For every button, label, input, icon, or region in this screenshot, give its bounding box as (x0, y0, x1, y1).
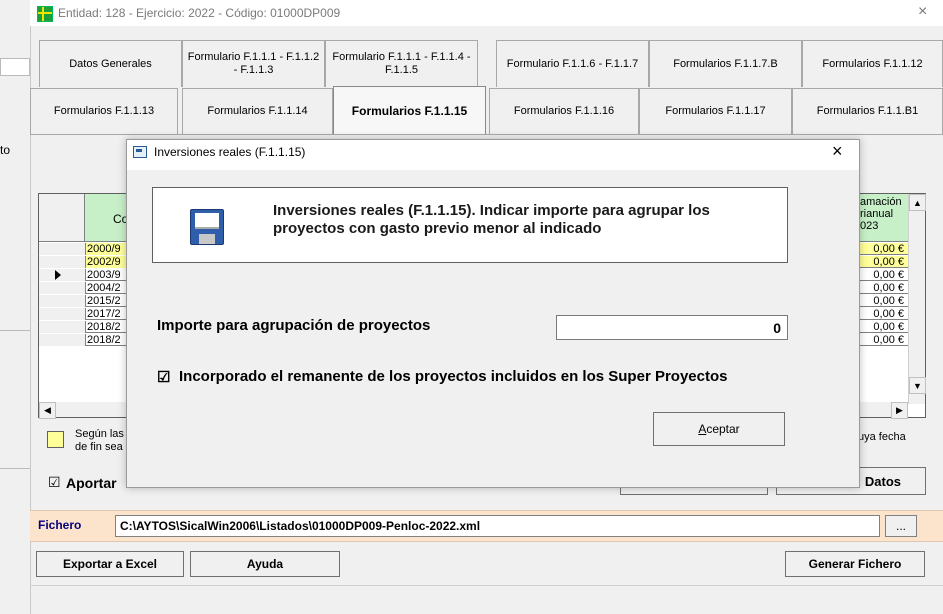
importe-label: Importe para agrupación de proyectos (157, 317, 431, 334)
grid-right-header: amación rianual 023 (858, 194, 908, 242)
tab-f116-f117[interactable]: Formulario F.1.1.6 - F.1.1.7 (496, 40, 649, 87)
importe-input[interactable] (556, 315, 788, 340)
tab-f1113[interactable]: Formularios F.1.1.13 (30, 88, 178, 134)
tab-f117b[interactable]: Formularios F.1.1.7.B (649, 40, 802, 87)
table-row[interactable]: 2000/9 (39, 243, 136, 255)
dialog-window-icon (133, 146, 147, 158)
window-close-button[interactable]: × (918, 3, 927, 21)
row-value: 0,00 € (858, 308, 908, 320)
scroll-down-icon[interactable]: ▼ (909, 377, 926, 394)
scroll-left-icon[interactable]: ◀ (39, 402, 56, 419)
remanente-checkbox-label: Incorporado el remanente de los proyecto… (179, 368, 728, 385)
dialog-close-button[interactable]: × (832, 141, 843, 162)
help-button[interactable]: Ayuda (190, 551, 340, 577)
row-value: 0,00 € (858, 321, 908, 333)
accept-mnemonic: A (698, 422, 707, 436)
background-field (0, 58, 30, 76)
tab-f1114[interactable]: Formularios F.1.1.14 (182, 88, 333, 134)
row-value: 0,00 € (858, 282, 908, 294)
row-value: 0,00 € (858, 269, 908, 281)
tab-f1117[interactable]: Formularios F.1.1.17 (639, 88, 792, 134)
legend-color-swatch (47, 431, 64, 448)
generate-file-button[interactable]: Generar Fichero (785, 551, 925, 577)
table-row[interactable]: 2004/2 (39, 282, 135, 294)
legend-text: Según las de fin sea (75, 428, 124, 453)
accept-label: ceptar (706, 422, 740, 436)
background-divider (0, 330, 30, 331)
floppy-disk-icon (190, 209, 224, 245)
accept-button[interactable]: Aceptar (653, 412, 785, 446)
row-value: 0,00 € (858, 334, 908, 346)
tab-f111-f115[interactable]: Formulario F.1.1.1 - F.1.1.4 - F.1.1.5 (325, 40, 478, 87)
tab-panel-border (30, 134, 943, 135)
aportar-label: Aportar (66, 475, 117, 491)
tab-f1116[interactable]: Formularios F.1.1.16 (489, 88, 639, 134)
tab-f1112[interactable]: Formularios F.1.1.12 (802, 40, 943, 87)
tab-f11b1[interactable]: Formularios F.1.1.B1 (792, 88, 943, 134)
export-excel-button[interactable]: Exportar a Excel (36, 551, 184, 577)
legend-right-text: uya fecha (858, 431, 906, 443)
remanente-checkbox[interactable]: ☑ (157, 368, 170, 386)
grid-vertical-scrollbar[interactable]: ▲ ▼ (908, 194, 926, 404)
table-row[interactable]: 2002/9 (39, 256, 136, 268)
scroll-up-icon[interactable]: ▲ (909, 194, 926, 211)
row-value: 0,00 € (858, 295, 908, 307)
table-row[interactable]: 2015/2 (39, 295, 135, 307)
row-value: 0,00 € (858, 243, 908, 255)
browse-button[interactable]: ... (885, 515, 917, 537)
status-divider (30, 585, 943, 586)
table-row[interactable]: 2018/2 (39, 321, 135, 333)
tab-f1115[interactable]: Formularios F.1.1.15 (333, 86, 486, 135)
row-value: 0,00 € (858, 256, 908, 268)
current-row-arrow-icon (55, 270, 61, 280)
fichero-label: Fichero (38, 518, 82, 532)
aportar-checkbox[interactable]: ☑ (48, 474, 61, 491)
tab-f111-f113[interactable]: Formulario F.1.1.1 - F.1.1.2 - F.1.1.3 (182, 40, 325, 87)
fichero-path-field[interactable]: C:\AYTOS\SicalWin2006\Listados\01000DP00… (115, 515, 880, 537)
scroll-right-icon[interactable]: ▶ (891, 402, 908, 419)
banner-text: Inversiones reales (F.1.1.15). Indicar i… (273, 202, 710, 237)
grid-indicator-header (39, 194, 85, 242)
background-divider (0, 468, 30, 469)
table-row[interactable]: 2018/2 (39, 334, 135, 346)
app-icon (37, 6, 53, 22)
window-title: Entidad: 128 - Ejercicio: 2022 - Código:… (58, 6, 341, 20)
tab-datos-generales[interactable]: Datos Generales (39, 40, 182, 87)
dialog-title: Inversiones reales (F.1.1.15) (154, 145, 306, 159)
table-row[interactable]: 2017/2 (39, 308, 135, 320)
background-window (0, 0, 30, 614)
table-row[interactable]: 2003/9 (39, 269, 135, 281)
background-label: to (0, 143, 11, 157)
